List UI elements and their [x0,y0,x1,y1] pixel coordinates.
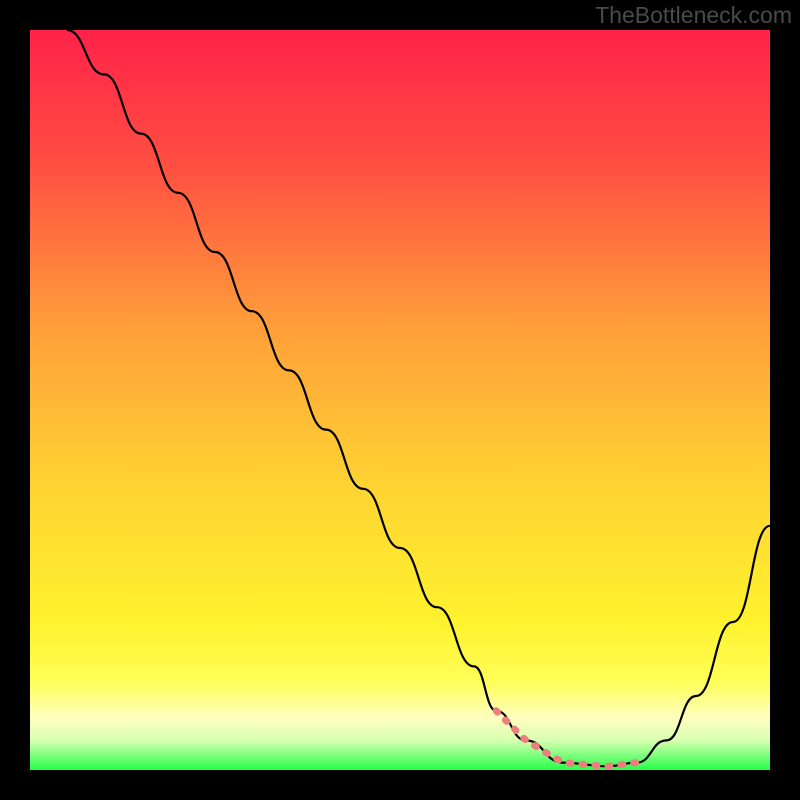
plot-area [30,30,770,770]
gradient-background [30,30,770,770]
watermark-text: TheBottleneck.com [595,2,792,29]
chart-container: TheBottleneck.com [0,0,800,800]
chart-svg [30,30,770,770]
